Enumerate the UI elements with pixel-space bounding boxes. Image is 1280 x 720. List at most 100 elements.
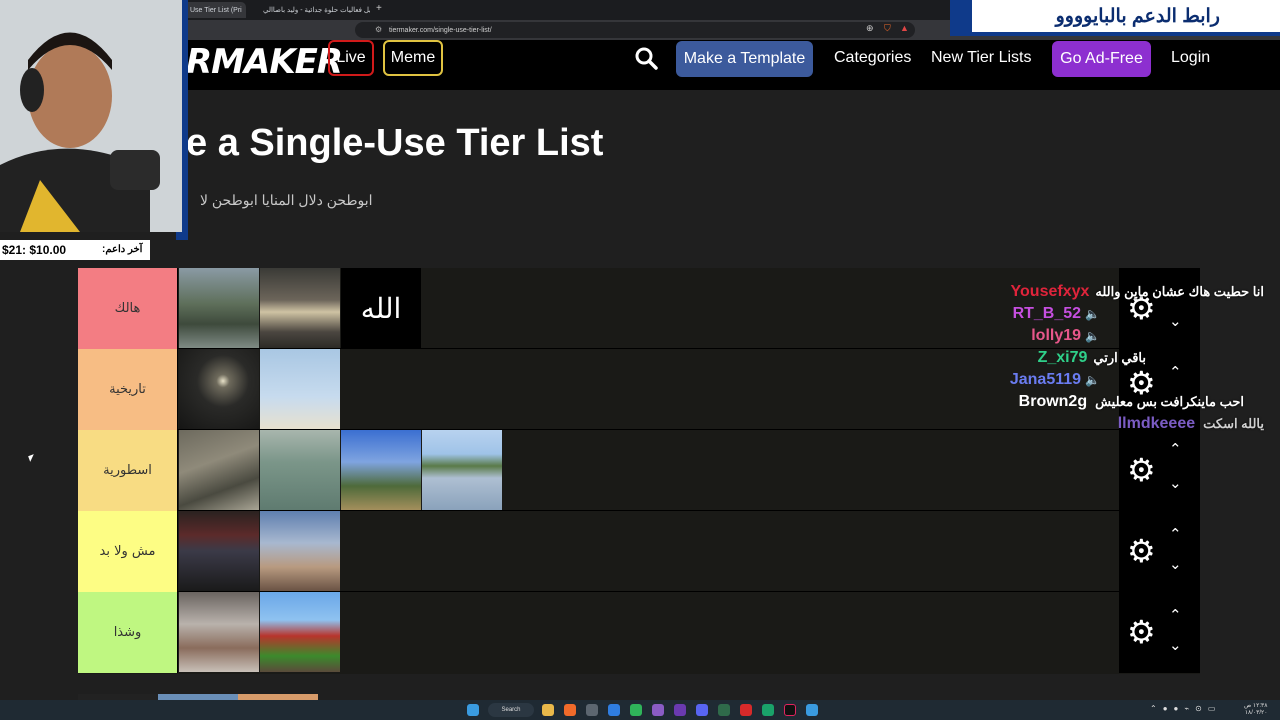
start-icon[interactable] bbox=[467, 704, 479, 716]
app-icon[interactable] bbox=[718, 704, 730, 716]
app-icon[interactable] bbox=[740, 704, 752, 716]
categories-link[interactable]: Categories bbox=[834, 49, 911, 67]
settings-gear-icon[interactable]: ⚙ bbox=[1127, 535, 1156, 567]
settings-gear-icon[interactable]: ⚙ bbox=[1127, 454, 1156, 486]
tier-label[interactable]: تاريخية bbox=[78, 349, 178, 430]
tier-items bbox=[179, 511, 341, 592]
chat-username: RT_B_52 bbox=[1012, 305, 1082, 322]
page-title: e a Single-Use Tier List bbox=[186, 122, 604, 164]
system-tray-icons[interactable]: ⌃●●⌁⊙▭ bbox=[1150, 704, 1221, 713]
tier-items bbox=[179, 592, 341, 673]
url-input[interactable]: ⚙ tiermaker.com/single-use-tier-list/ bbox=[355, 22, 915, 38]
rainy-street-image[interactable] bbox=[260, 268, 340, 348]
river-image[interactable] bbox=[422, 430, 502, 510]
minecraft-house-image[interactable] bbox=[260, 592, 340, 672]
site-info-icon[interactable]: ⚙ bbox=[375, 25, 382, 34]
discord-icon[interactable] bbox=[696, 704, 708, 716]
chat-message: lolly19 🔈 bbox=[964, 325, 1264, 347]
taskbar-search-label: Search bbox=[501, 707, 521, 713]
clock-time: ١٢:٣٨ ص bbox=[1244, 703, 1268, 709]
tier-label[interactable]: مش ولا بد bbox=[78, 511, 178, 592]
chat-text: احب ماينكرافت بس معليش bbox=[1095, 394, 1244, 409]
calligraphy-image[interactable]: الله bbox=[341, 268, 421, 348]
tier-items: الله bbox=[179, 268, 422, 349]
chat-username: Z_xi79 bbox=[1037, 349, 1088, 366]
tab-label: تشغيل فعاليات حلوة جدائية - وليد باصاالي bbox=[263, 7, 370, 14]
tier-label[interactable]: اسطورية bbox=[78, 430, 178, 511]
tier-row: اسطورية ⚙ ⌃ ⌄ bbox=[78, 430, 1200, 511]
search-icon[interactable] bbox=[634, 46, 658, 75]
support-banner-inner: رابط الدعم بالبايوووو bbox=[972, 0, 1280, 32]
chat-username: Jana5119 bbox=[1009, 371, 1082, 388]
calligraphy-text: الله bbox=[360, 291, 402, 325]
new-tab-button[interactable]: + bbox=[376, 3, 382, 14]
tier-label[interactable]: هالك bbox=[78, 268, 178, 349]
tab-tier-list[interactable]: Use Tier List (Pri ✕ bbox=[182, 2, 246, 18]
minarets-image[interactable] bbox=[260, 349, 340, 429]
move-up-icon[interactable]: ⌃ bbox=[1169, 606, 1182, 624]
last-supporter-value: $21: $10.00 bbox=[2, 243, 67, 257]
tab-youtube[interactable]: تشغيل فعاليات حلوة جدائية - وليد باصاالي bbox=[250, 2, 370, 18]
yellow-flower-image[interactable] bbox=[260, 511, 340, 591]
tier-items bbox=[179, 349, 341, 430]
night-moon-image[interactable] bbox=[179, 349, 259, 429]
palm-trees-image[interactable] bbox=[341, 430, 421, 510]
chat-overlay: Yousefxyx انا حطيت هاك عشان ماين والله R… bbox=[964, 281, 1264, 435]
move-up-icon[interactable]: ⌃ bbox=[1169, 525, 1182, 543]
make-template-button[interactable]: Make a Template bbox=[676, 41, 813, 77]
chat-message: Jana5119 🔈 bbox=[964, 369, 1264, 391]
tier-controls: ⚙ ⌃ ⌄ bbox=[1119, 511, 1200, 592]
speaker-icon: 🔈 bbox=[1085, 307, 1100, 321]
tier-controls: ⚙ ⌃ ⌄ bbox=[1119, 430, 1200, 511]
new-tier-lists-link[interactable]: New Tier Lists bbox=[931, 49, 1031, 67]
move-up-icon[interactable]: ⌃ bbox=[1169, 440, 1182, 458]
app-icon[interactable] bbox=[762, 704, 774, 716]
snowy-rails-image[interactable] bbox=[179, 592, 259, 672]
lake-mountains-image[interactable] bbox=[179, 268, 259, 348]
app-icon[interactable] bbox=[806, 704, 818, 716]
live-button[interactable]: Live bbox=[328, 40, 374, 76]
rocky-shore-image[interactable] bbox=[179, 430, 259, 510]
chat-username: Brown2g bbox=[1018, 393, 1088, 410]
windows-taskbar: Search ⌃●●⌁⊙▭ ١٢:٣٨ ص ١٨/٠٣/٢٠ bbox=[0, 700, 1280, 720]
go-ad-free-button[interactable]: Go Ad-Free bbox=[1052, 41, 1151, 77]
chat-message: Brown2g احب ماينكرافت بس معليش bbox=[964, 391, 1264, 413]
cinema-hall-image[interactable] bbox=[179, 511, 259, 591]
settings-gear-icon[interactable]: ⚙ bbox=[1127, 616, 1156, 648]
brave-icon[interactable] bbox=[564, 704, 576, 716]
support-banner: رابط الدعم بالبايوووو bbox=[950, 0, 1280, 36]
zoom-icon[interactable]: ⊕ bbox=[866, 23, 874, 34]
tiktok-icon[interactable] bbox=[784, 704, 796, 716]
store-icon[interactable] bbox=[586, 704, 598, 716]
move-down-icon[interactable]: ⌄ bbox=[1169, 555, 1182, 573]
webcam-feed bbox=[0, 0, 182, 232]
app-icon[interactable] bbox=[652, 704, 664, 716]
rewards-icon[interactable]: ▲ bbox=[900, 23, 909, 33]
brave-shield-icon[interactable]: ⛉ bbox=[884, 23, 891, 34]
file-explorer-icon[interactable] bbox=[542, 704, 554, 716]
chat-text: يالله اسكت bbox=[1203, 416, 1264, 431]
tab-label: Use Tier List (Pri bbox=[190, 6, 242, 14]
meme-button[interactable]: Meme bbox=[383, 40, 443, 76]
edge-icon[interactable] bbox=[608, 704, 620, 716]
chrome-icon[interactable] bbox=[630, 704, 642, 716]
chat-message: llmdkeeee يالله اسكت bbox=[964, 413, 1264, 435]
clock-date: ١٨/٠٣/٢٠ bbox=[1244, 710, 1268, 716]
chat-username: llmdkeeee bbox=[1117, 415, 1196, 432]
tier-label[interactable]: وشذا bbox=[78, 592, 178, 673]
mouse-cursor bbox=[28, 454, 36, 462]
tiermaker-logo[interactable]: RMAKER bbox=[186, 42, 343, 82]
chat-message: Z_xi79 باقي ارتي bbox=[964, 347, 1264, 369]
site-navbar: RMAKER Live Meme Make a Template Categor… bbox=[0, 40, 1280, 90]
app-icon[interactable] bbox=[674, 704, 686, 716]
login-link[interactable]: Login bbox=[1171, 49, 1210, 67]
taskbar-clock: ١٢:٣٨ ص ١٨/٠٣/٢٠ bbox=[1244, 703, 1267, 717]
speaker-icon: 🔈 bbox=[1085, 329, 1100, 343]
tier-items bbox=[179, 430, 503, 511]
sea-image[interactable] bbox=[260, 430, 340, 510]
taskbar-search[interactable]: Search bbox=[488, 703, 534, 717]
move-down-icon[interactable]: ⌄ bbox=[1169, 474, 1182, 492]
move-down-icon[interactable]: ⌄ bbox=[1169, 636, 1182, 654]
chat-username: lolly19 bbox=[1031, 327, 1082, 344]
tier-row: وشذا ⚙ ⌃ ⌄ bbox=[78, 592, 1200, 673]
